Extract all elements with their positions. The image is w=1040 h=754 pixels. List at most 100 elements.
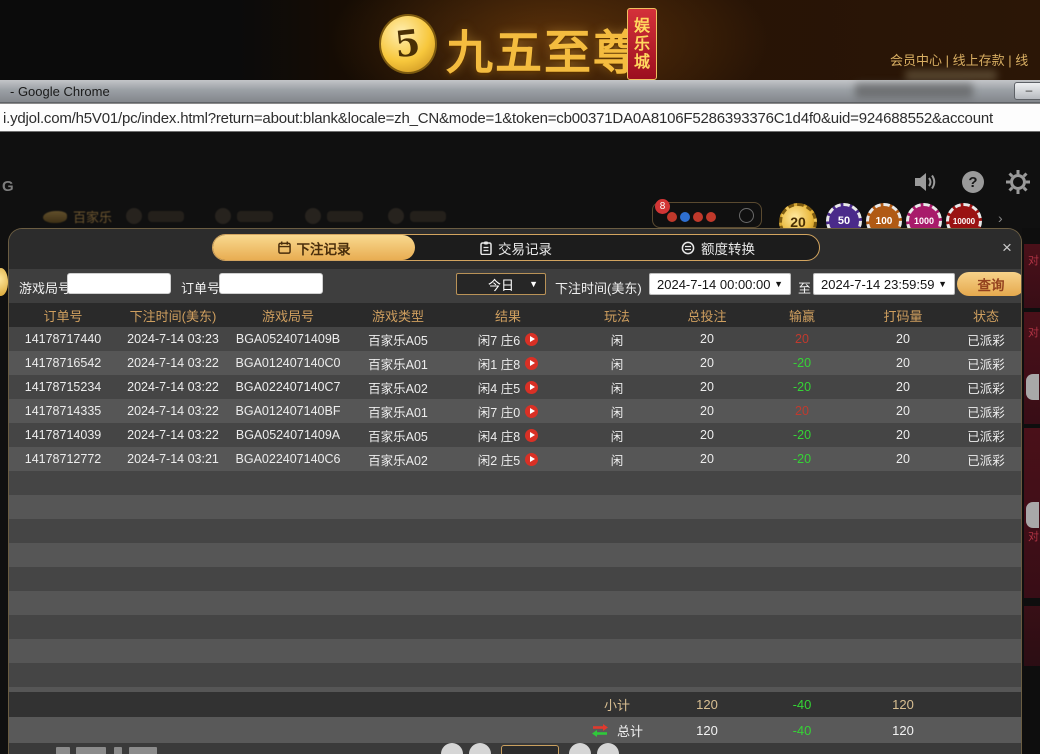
browser-titlebar[interactable]: - Google Chrome – [0, 80, 1040, 103]
replay-icon[interactable] [525, 381, 538, 394]
coin-transfer-icon [681, 241, 695, 255]
empty-rows-stripes [9, 471, 1022, 692]
brand-title: 九五至尊 [446, 14, 642, 83]
game-round-input[interactable] [67, 273, 171, 294]
col-turnover: 打码量 [857, 303, 949, 327]
query-button[interactable]: 查询 [957, 272, 1022, 296]
page-toolbar: ? [914, 170, 1030, 194]
subtotal-row: 小计 120 -40 120 [9, 692, 1022, 717]
replay-icon[interactable] [525, 333, 538, 346]
pager-first-button[interactable] [441, 743, 463, 754]
table-panel-fragment: 对 [1024, 244, 1040, 308]
clipboard-icon [480, 241, 492, 255]
to-label: 至 [798, 278, 811, 297]
tab-credit-transfer[interactable]: 额度转换 [617, 235, 819, 260]
replay-icon[interactable] [525, 357, 538, 370]
close-icon[interactable]: × [995, 236, 1019, 260]
chevron-down-icon: ▼ [529, 279, 538, 289]
pager-page-box[interactable] [501, 745, 559, 754]
brand-coin-glyph: 5 [393, 22, 422, 66]
subtotal-winloss: -40 [747, 692, 857, 717]
pager-next-button[interactable] [569, 743, 591, 754]
table-row[interactable]: 141787143352024-7-14 03:22 BGA012407140B… [9, 399, 1022, 423]
mini-chip-blue [680, 212, 690, 222]
pager-prev-button[interactable] [469, 743, 491, 754]
end-time-select[interactable]: 2024-7-14 23:59:59 ▼ [813, 273, 955, 295]
table-row[interactable]: 141787174402024-7-14 03:23 BGA0524071409… [9, 327, 1022, 351]
subtotal-turnover: 120 [857, 692, 949, 717]
browser-addressbar[interactable]: i.ydjol.com/h5V01/pc/index.html?return=a… [0, 103, 1040, 132]
site-header: 5 九五至尊 娱 乐 城 会员中心 | 线上存款 | 线 [0, 0, 1040, 80]
subtotal-label: 小计 [567, 692, 667, 717]
total-bet: 120 [667, 717, 747, 743]
col-status: 状态 [949, 303, 1022, 327]
nav-item-dimmed[interactable] [215, 208, 273, 224]
total-label-cell: 总计 [567, 717, 667, 743]
table-row[interactable]: 141787140392024-7-14 03:22 BGA0524071409… [9, 423, 1022, 447]
start-time-select[interactable]: 2024-7-14 00:00:00 ▼ [649, 273, 791, 295]
date-range-value: 今日 [488, 275, 514, 294]
nav-label-blob [410, 211, 446, 222]
tab-label: 交易记录 [498, 238, 552, 258]
nav-label-blob [148, 211, 184, 222]
member-links[interactable]: 会员中心 | 线上存款 | 线 [890, 50, 1040, 69]
mini-chip-tray: 8 [652, 202, 762, 228]
col-play: 玩法 [567, 303, 667, 327]
clipped-text-fragment [114, 747, 122, 754]
order-no-label: 订单号 [181, 278, 220, 297]
nav-item-dimmed[interactable] [126, 208, 184, 224]
chip-edge-fragment [0, 268, 8, 296]
nav-label-blob [327, 211, 363, 222]
tab-bet-records[interactable]: 下注记录 [213, 235, 415, 260]
total-turnover: 120 [857, 717, 949, 743]
table-header: 订单号 下注时间(美东) 游戏局号 游戏类型 结果 玩法 总投注 输赢 打码量 … [9, 303, 1022, 327]
table-row[interactable]: 141787127722024-7-14 03:21 BGA022407140C… [9, 447, 1022, 471]
table-row[interactable]: 141787165422024-7-14 03:22 BGA012407140C… [9, 351, 1022, 375]
replay-icon[interactable] [525, 453, 538, 466]
clipped-text-fragment [76, 747, 106, 754]
volume-icon[interactable] [914, 170, 940, 194]
mini-chip-red [667, 212, 677, 222]
scroll-pill-fragment [1026, 374, 1039, 400]
panel-char: 对 [1028, 252, 1039, 268]
nav-item-baccarat[interactable]: 百家乐 [43, 207, 112, 226]
total-row: 总计 120 -40 120 [9, 717, 1022, 743]
chevron-down-icon: ▼ [938, 279, 947, 289]
table-panel-fragment: 对 [1024, 312, 1040, 424]
mini-chip-red [706, 212, 716, 222]
nav-item-label: 百家乐 [73, 207, 112, 226]
brand-badge-char: 乐 [634, 36, 650, 53]
minimize-button[interactable]: – [1014, 82, 1040, 100]
pager-last-button[interactable] [597, 743, 619, 754]
bet-time-label: 下注时间(美东) [555, 278, 642, 297]
chevron-down-icon: ▼ [774, 279, 783, 289]
chips-next-arrow[interactable]: › [998, 210, 1003, 226]
col-winloss: 输赢 [747, 303, 857, 327]
nav-item-dimmed[interactable] [388, 208, 446, 224]
notification-badge: 8 [655, 199, 670, 214]
panel-char: 对 [1028, 324, 1039, 340]
swap-arrows-icon[interactable] [591, 723, 609, 737]
order-no-input[interactable] [219, 273, 323, 294]
calendar-icon [278, 241, 291, 254]
brand-badge-char: 城 [634, 54, 650, 71]
col-bet-time: 下注时间(美东) [117, 303, 229, 327]
table-row[interactable]: 141787152342024-7-14 03:22 BGA022407140C… [9, 375, 1022, 399]
brand-badge-char: 娱 [634, 18, 650, 35]
nav-label-blob [237, 211, 273, 222]
modal-tabs: 下注记录 交易记录 额度转换 [212, 234, 820, 261]
window-title: - Google Chrome [10, 84, 110, 99]
blurred-title-text [855, 83, 973, 98]
replay-icon[interactable] [525, 429, 538, 442]
nav-item-dimmed[interactable] [305, 208, 363, 224]
replay-icon[interactable] [525, 405, 538, 418]
tab-transaction-records[interactable]: 交易记录 [415, 235, 617, 260]
table-panel-fragment [1024, 606, 1040, 666]
nav-icon [305, 208, 321, 224]
help-icon[interactable]: ? [962, 171, 984, 193]
settings-gear-icon[interactable] [1006, 170, 1030, 194]
total-winloss: -40 [747, 717, 857, 743]
tab-label: 下注记录 [297, 238, 351, 258]
col-game-round: 游戏局号 [229, 303, 347, 327]
date-range-select[interactable]: 今日 ▼ [456, 273, 546, 295]
